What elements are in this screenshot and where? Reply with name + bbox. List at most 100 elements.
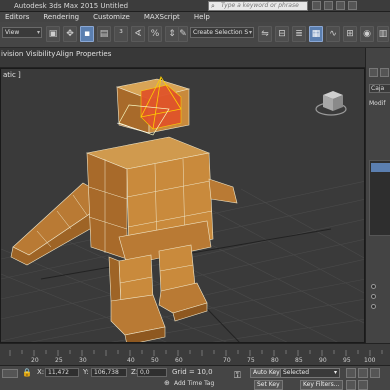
tick-label: 100	[364, 357, 376, 364]
arm-right	[208, 178, 238, 204]
named-selection-set-dropdown[interactable]: Create Selection S ▾	[190, 27, 254, 38]
tick-label: 50	[151, 357, 159, 364]
tick-label: 90	[319, 357, 327, 364]
grid-size-label: Grid = 10,0	[172, 368, 213, 376]
head	[115, 75, 191, 136]
mirror-icon[interactable]: ⇋	[258, 26, 272, 42]
leg-left	[108, 254, 166, 342]
lock-selection-icon[interactable]: 🔒	[22, 368, 32, 377]
selected-set-dropdown[interactable]: Selected ▾	[280, 368, 340, 378]
render-setup-icon[interactable]: ▥	[377, 26, 389, 42]
time-tag-icon[interactable]: ⊕	[164, 379, 170, 387]
layer-manager-icon[interactable]: ≣	[292, 26, 306, 42]
tick-label: 85	[295, 357, 303, 364]
tab-subdivision[interactable]: ivision	[1, 50, 23, 58]
radio-option-2[interactable]	[371, 294, 376, 299]
z-coord-field[interactable]: 0,0	[137, 368, 167, 377]
go-to-start-icon[interactable]	[346, 368, 356, 378]
graphite-toggle-icon[interactable]: ▦	[309, 26, 323, 42]
select-object-icon[interactable]: ▪	[80, 26, 94, 42]
modifier-stack-selected-item[interactable]	[371, 163, 390, 172]
selection-set-value: Create Selection S	[193, 29, 249, 36]
select-by-name-icon[interactable]: ▤	[97, 26, 111, 42]
tick-label: 75	[247, 357, 255, 364]
search-icon: ⌕	[211, 2, 215, 10]
tab-properties[interactable]: Properties	[76, 50, 111, 58]
schematic-view-icon[interactable]: ⊞	[343, 26, 357, 42]
menu-rendering[interactable]: Rendering	[38, 13, 88, 21]
key-icon[interactable]: ⚿	[234, 371, 241, 381]
tick-label: 20	[31, 357, 39, 364]
play-icon[interactable]	[370, 368, 380, 378]
track-bar[interactable]: 20 25 30 40 50 60 70 75 80 85 90 95 100	[0, 343, 390, 365]
chevron-down-icon: ▾	[248, 29, 252, 36]
menu-help[interactable]: Help	[189, 13, 219, 21]
object-name-field[interactable]: Caja	[369, 84, 390, 93]
auto-key-button[interactable]: Auto Key	[250, 368, 283, 378]
window-title: Autodesk 3ds Max 2015 Untitled	[14, 1, 129, 10]
command-panel: Caja Modif	[365, 48, 390, 343]
tick-label: 70	[223, 357, 231, 364]
title-bar: Autodesk 3ds Max 2015 Untitled ⌕ Type a …	[0, 0, 390, 12]
material-editor-icon[interactable]: ◉	[360, 26, 374, 42]
x-coord-label: X:	[37, 368, 45, 376]
tick-label: 60	[175, 357, 183, 364]
align-icon[interactable]: ⊟	[275, 26, 289, 42]
subscription-icon[interactable]	[312, 1, 321, 10]
tick-label: 80	[271, 357, 279, 364]
tick-label: 25	[55, 357, 63, 364]
arm-left	[10, 182, 98, 266]
radio-option-3[interactable]	[371, 304, 376, 309]
selected-set-value: Selected	[283, 369, 310, 376]
radio-option-1[interactable]	[371, 284, 376, 289]
add-time-tag-label[interactable]: Add Time Tag	[174, 380, 214, 387]
modify-tab-icon[interactable]	[380, 68, 389, 77]
menu-customize[interactable]: Customize	[88, 13, 139, 21]
help-icon[interactable]	[348, 1, 357, 10]
create-tab-icon[interactable]	[369, 68, 378, 77]
search-placeholder: Type a keyword or phrase	[221, 2, 299, 9]
curve-editor-icon[interactable]: ∿	[326, 26, 340, 42]
key-filters-button[interactable]: Key Filters...	[300, 380, 343, 390]
chevron-down-icon: ▾	[36, 29, 40, 36]
exchange-icon[interactable]	[336, 1, 345, 10]
previous-frame-icon[interactable]	[358, 368, 368, 378]
edit-named-selection-icon[interactable]: ✎	[178, 26, 188, 42]
reference-coordinate-dropdown[interactable]: View ▾	[2, 27, 42, 38]
time-config-icon[interactable]	[358, 380, 368, 390]
leg-right	[158, 244, 208, 322]
main-toolbar: View ▾ ▣ ✥ ▪ ▤ ³ ∢ % ⇕ ✎ Create Selectio…	[0, 22, 390, 48]
set-key-button[interactable]: Set Key	[254, 380, 283, 390]
spinner-snap-icon[interactable]: ⇕	[165, 26, 179, 42]
tab-visibility[interactable]: Visibility	[26, 50, 55, 58]
viewcube[interactable]	[315, 91, 347, 116]
select-and-move-icon[interactable]: ✥	[63, 26, 77, 42]
viewport-label[interactable]: atic ]	[3, 71, 21, 79]
y-coord-label: Y:	[83, 368, 89, 376]
tab-align[interactable]: Align	[56, 50, 74, 58]
community-icon[interactable]	[324, 1, 333, 10]
x-coord-field[interactable]: 11,472	[45, 368, 79, 377]
percent-snap-icon[interactable]: %	[148, 26, 162, 42]
pivot-center-icon[interactable]: ▣	[46, 26, 60, 42]
modifier-stack[interactable]	[369, 160, 390, 236]
ribbon-bar: ivision Visibility Align Properties	[0, 48, 365, 68]
snap-toggle-icon[interactable]: ³	[114, 26, 128, 42]
status-bar: 🔒 X: 11,472 Y: 106,738 Z: 0,0 Grid = 10,…	[0, 365, 390, 390]
tick-label: 40	[127, 357, 135, 364]
angle-snap-icon[interactable]: ∢	[131, 26, 145, 42]
y-coord-field[interactable]: 106,738	[91, 368, 127, 377]
menu-maxscript[interactable]: MAXScript	[139, 13, 189, 21]
perspective-viewport[interactable]: atic ]	[0, 68, 365, 343]
menu-bar: Editors Rendering Customize MAXScript He…	[0, 12, 390, 22]
chevron-down-icon: ▾	[333, 369, 337, 376]
key-mode-icon[interactable]	[346, 380, 356, 390]
search-input[interactable]: ⌕ Type a keyword or phrase	[208, 1, 308, 11]
tick-label: 95	[343, 357, 351, 364]
maxscript-listener-icon[interactable]	[2, 369, 18, 378]
menu-editors[interactable]: Editors	[0, 13, 38, 21]
modifier-list-label[interactable]: Modif	[369, 100, 385, 107]
view-dropdown-value: View	[5, 29, 20, 36]
tick-label: 30	[79, 357, 87, 364]
viewport-scene	[1, 75, 364, 342]
